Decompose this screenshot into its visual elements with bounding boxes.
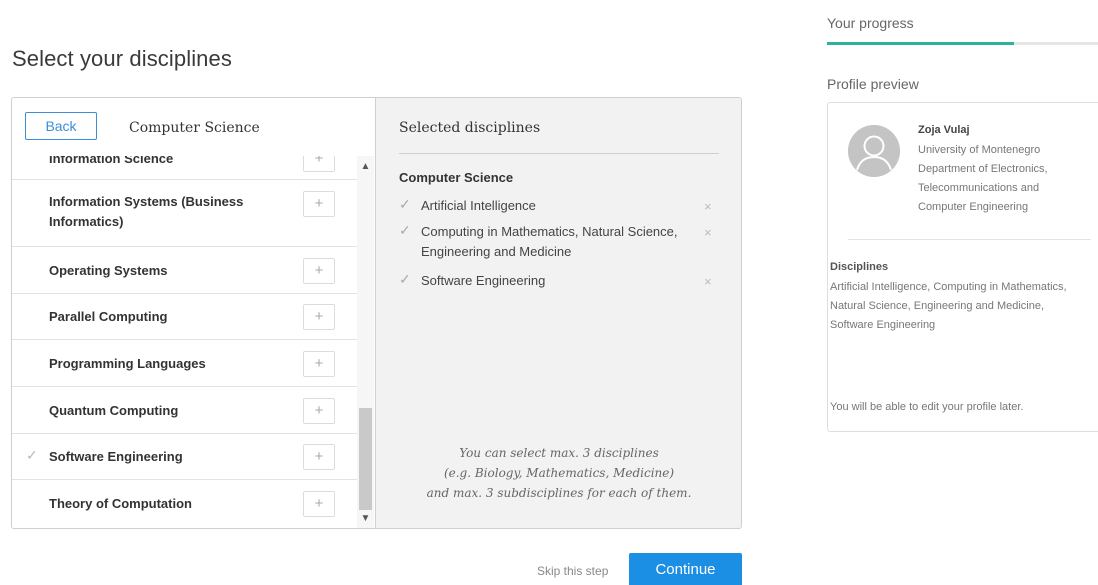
list-item-label: Software Engineering bbox=[49, 449, 183, 464]
edit-later-note: You will be able to edit your profile la… bbox=[830, 401, 1024, 413]
note-line: and max. 3 subdisciplines for each of th… bbox=[426, 486, 692, 500]
progress-label: Your progress bbox=[827, 15, 914, 31]
profile-disciplines-title: Disciplines bbox=[830, 261, 889, 273]
list-scrollbar[interactable]: ▲ ▼ bbox=[357, 156, 374, 528]
add-discipline-button[interactable]: + bbox=[303, 304, 335, 330]
list-item: Theory of Computation + bbox=[12, 480, 357, 528]
profile-affiliation-line: University of Montenegro bbox=[918, 144, 1041, 156]
list-item: ✓ Software Engineering + bbox=[12, 434, 357, 480]
selected-item-label: Software Engineering bbox=[421, 273, 546, 288]
add-discipline-button[interactable]: + bbox=[303, 258, 335, 284]
divider bbox=[399, 153, 719, 154]
check-icon: ✓ bbox=[26, 447, 38, 463]
add-discipline-button[interactable]: + bbox=[303, 398, 335, 424]
back-button[interactable]: Back bbox=[25, 112, 97, 140]
scroll-down-icon[interactable]: ▼ bbox=[357, 512, 374, 526]
selection-limit-note: You can select max. 3 disciplines (e.g. … bbox=[399, 443, 719, 503]
profile-preview-card: Zoja Vulaj University of Montenegro Depa… bbox=[827, 102, 1098, 432]
scroll-thumb[interactable] bbox=[359, 408, 372, 510]
profile-affiliation-line: Department of Electronics, bbox=[918, 163, 1048, 175]
list-item: Parallel Computing + bbox=[12, 294, 357, 340]
list-item-label: Quantum Computing bbox=[49, 403, 179, 418]
profile-disciplines-text: Artificial Intelligence, Computing in Ma… bbox=[830, 281, 1067, 331]
profile-preview-label: Profile preview bbox=[827, 76, 919, 92]
note-line: You can select max. 3 disciplines bbox=[459, 446, 659, 460]
divider bbox=[848, 239, 1091, 240]
list-item: Quantum Computing + bbox=[12, 387, 357, 434]
list-item-label: Parallel Computing bbox=[49, 309, 168, 324]
add-discipline-button[interactable]: + bbox=[303, 351, 335, 377]
profile-affiliation-line: Computer Engineering bbox=[918, 201, 1029, 213]
progress-bar bbox=[827, 42, 1098, 45]
scroll-up-icon[interactable]: ▲ bbox=[357, 160, 374, 174]
selected-item: ✓ Computing in Mathematics, Natural Scie… bbox=[399, 222, 719, 264]
selected-disciplines-title: Selected disciplines bbox=[399, 120, 541, 136]
list-item: Programming Languages + bbox=[12, 340, 357, 387]
discipline-selector-panel: Back Computer Science Information Scienc… bbox=[11, 97, 742, 529]
check-icon: ✓ bbox=[399, 196, 411, 212]
profile-name: Zoja Vulaj bbox=[918, 124, 970, 136]
discipline-list-header: Back Computer Science bbox=[12, 98, 375, 156]
skip-step-link[interactable]: Skip this step bbox=[537, 564, 608, 578]
list-item: Information Systems (Business Informatic… bbox=[12, 180, 357, 247]
list-item: Operating Systems + bbox=[12, 247, 357, 294]
add-discipline-button[interactable]: + bbox=[303, 191, 335, 217]
continue-button[interactable]: Continue bbox=[629, 553, 742, 585]
list-item-label: Operating Systems bbox=[49, 263, 168, 278]
remove-discipline-button[interactable]: × bbox=[704, 225, 712, 240]
discipline-list-pane: Back Computer Science Information Scienc… bbox=[12, 98, 375, 528]
profile-affiliation-line: Telecommunications and bbox=[918, 182, 1040, 194]
list-item-label: Programming Languages bbox=[49, 356, 206, 371]
add-discipline-button[interactable]: + bbox=[303, 444, 335, 470]
list-item-label: Theory of Computation bbox=[49, 496, 192, 511]
selected-item: ✓ Artificial Intelligence × bbox=[399, 196, 719, 218]
selected-group-title: Computer Science bbox=[399, 170, 514, 185]
remove-discipline-button[interactable]: × bbox=[704, 274, 712, 289]
selected-item: ✓ Software Engineering × bbox=[399, 271, 719, 293]
selected-disciplines-pane: Selected disciplines Computer Science ✓ … bbox=[375, 98, 741, 528]
user-avatar-icon bbox=[848, 125, 900, 177]
progress-bar-fill bbox=[827, 42, 1014, 45]
add-discipline-button[interactable]: + bbox=[303, 156, 335, 172]
list-item-label: Information Science bbox=[49, 156, 174, 166]
check-icon: ✓ bbox=[399, 271, 411, 287]
check-icon: ✓ bbox=[399, 222, 411, 238]
add-discipline-button[interactable]: + bbox=[303, 491, 335, 517]
remove-discipline-button[interactable]: × bbox=[704, 199, 712, 214]
page-title: Select your disciplines bbox=[12, 46, 232, 71]
note-line: (e.g. Biology, Mathematics, Medicine) bbox=[443, 466, 675, 480]
selected-item-label: Computing in Mathematics, Natural Scienc… bbox=[421, 224, 678, 259]
list-item-label: Information Systems (Business Informatic… bbox=[49, 194, 244, 229]
list-item: Information Science + bbox=[12, 156, 357, 180]
selected-item-label: Artificial Intelligence bbox=[421, 198, 536, 213]
discipline-list[interactable]: Information Science + Information System… bbox=[12, 156, 357, 528]
category-title: Computer Science bbox=[129, 120, 260, 136]
